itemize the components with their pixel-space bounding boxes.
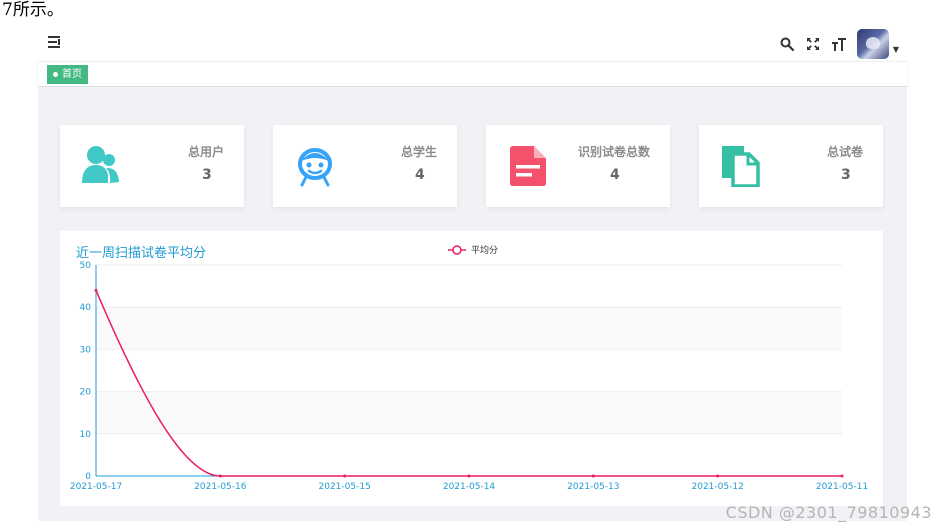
user-avatar[interactable] — [856, 29, 889, 59]
tag-home[interactable]: 首页 — [47, 65, 88, 84]
navbar: ▼ — [38, 27, 907, 61]
hamburger-fold-icon[interactable] — [48, 36, 62, 48]
x-tick-label: 2021-05-13 — [567, 482, 619, 492]
data-point — [591, 474, 595, 478]
data-point — [343, 474, 347, 478]
data-point — [218, 474, 222, 478]
grid-band — [96, 391, 842, 434]
watermark: CSDN @2301_79810943 — [725, 503, 932, 522]
data-point — [716, 474, 720, 478]
admin-app: ▼ 首页 总用户 3 总学生 4 识别试卷总数 4 总试卷 3 0 10 20 … — [38, 27, 907, 521]
x-tick-label: 2021-05-12 — [692, 482, 744, 492]
x-tick-label: 2021-05-16 — [194, 482, 247, 492]
search-icon[interactable] — [779, 36, 795, 52]
copy-icon — [721, 145, 761, 188]
y-tick-label: 40 — [80, 303, 92, 313]
y-tick-label: 0 — [85, 472, 91, 482]
card-total-users[interactable]: 总用户 3 — [60, 125, 244, 207]
document-icon — [508, 145, 548, 187]
card-total-papers[interactable]: 总试卷 3 — [699, 125, 883, 207]
active-dot-icon — [53, 72, 58, 77]
card-value: 4 — [610, 167, 620, 183]
y-tick-label: 30 — [80, 345, 92, 355]
document-caption: 7所示。 — [2, 0, 64, 20]
card-value: 4 — [415, 167, 425, 183]
x-tick-label: 2021-05-17 — [70, 482, 122, 492]
card-value: 3 — [202, 167, 212, 183]
avg-score-line-chart: 0 10 20 30 40 50 2021-05-17 2021-05-16 2021-05-1… — [70, 244, 868, 492]
card-label: 总试卷 — [826, 145, 863, 159]
tags-view: 首页 — [38, 61, 907, 87]
data-point — [467, 474, 471, 478]
card-label: 总用户 — [187, 145, 224, 159]
card-label: 总学生 — [400, 145, 437, 159]
card-value: 3 — [841, 167, 851, 183]
data-point — [94, 288, 98, 292]
data-point — [840, 474, 844, 478]
card-recognized-papers[interactable]: 识别试卷总数 4 — [486, 125, 670, 207]
chart-title: 近一周扫描试卷平均分 — [76, 245, 206, 261]
y-tick-label: 20 — [80, 388, 92, 398]
tag-home-label: 首页 — [62, 69, 82, 80]
screenshot-root: 7所示。 ▼ 首页 总用户 3 总学生 4 识别试卷总数 4 总试卷 3 0 1… — [0, 0, 947, 532]
fullscreen-icon[interactable] — [805, 36, 821, 52]
card-label: 识别试卷总数 — [577, 145, 650, 159]
grid-band — [96, 307, 842, 350]
y-tick-label: 50 — [80, 261, 92, 271]
x-tick-label: 2021-05-14 — [443, 482, 496, 492]
card-total-students[interactable]: 总学生 4 — [273, 125, 457, 207]
robot-face-icon — [295, 145, 335, 187]
legend-label: 平均分 — [471, 244, 498, 256]
font-size-icon[interactable] — [831, 36, 847, 52]
legend-marker — [452, 245, 462, 255]
chart-panel: 0 10 20 30 40 50 2021-05-17 2021-05-16 2021-05-1… — [60, 231, 883, 506]
navbar-right-menu: ▼ — [779, 27, 899, 61]
caret-down-icon[interactable]: ▼ — [893, 45, 899, 54]
x-tick-label: 2021-05-11 — [816, 482, 868, 492]
dashboard-main: 总用户 3 总学生 4 识别试卷总数 4 总试卷 3 0 10 20 30 40… — [38, 88, 907, 521]
y-tick-label: 10 — [80, 430, 92, 440]
peoples-icon — [82, 145, 122, 187]
x-tick-label: 2021-05-15 — [319, 482, 371, 492]
